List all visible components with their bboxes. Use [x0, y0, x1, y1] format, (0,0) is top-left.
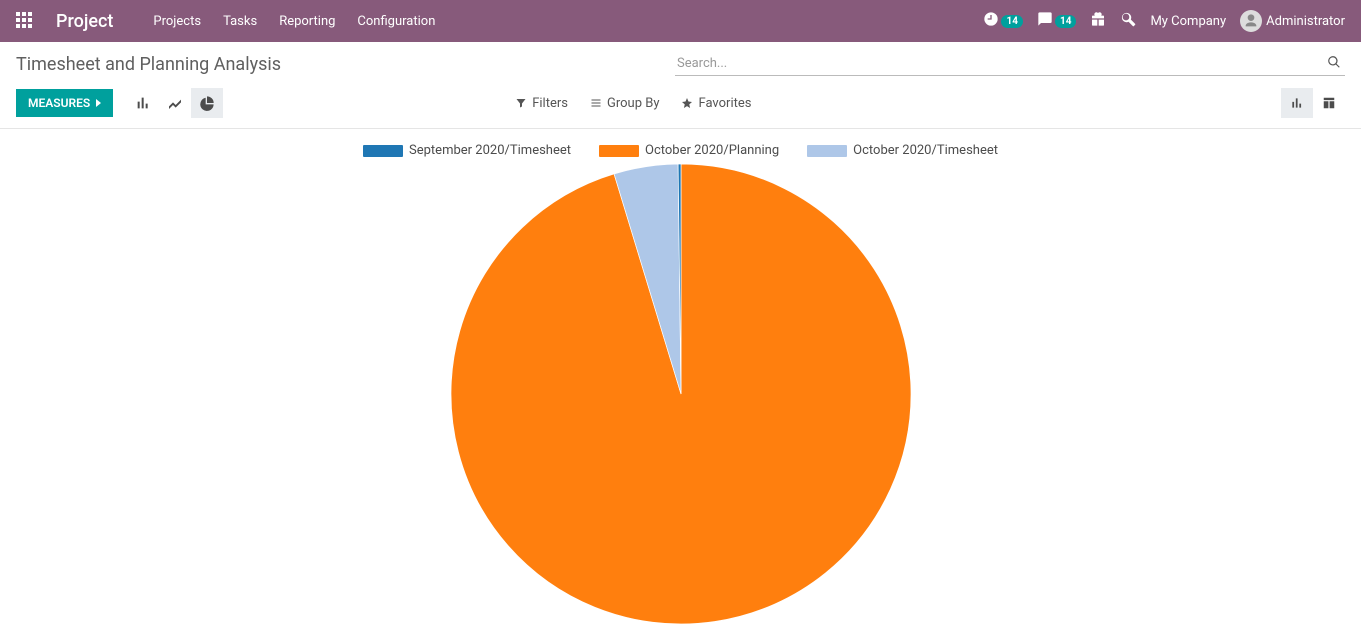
- favorites-button[interactable]: Favorites: [681, 96, 751, 111]
- company-name[interactable]: My Company: [1150, 14, 1226, 29]
- menu-configuration[interactable]: Configuration: [357, 14, 435, 29]
- search-area: [675, 52, 1345, 76]
- favorites-label: Favorites: [698, 96, 751, 111]
- legend-label-2: October 2020/Timesheet: [853, 143, 998, 158]
- filters-label: Filters: [532, 96, 568, 111]
- messages-count: 14: [1055, 15, 1076, 28]
- chat-icon: [1037, 11, 1053, 31]
- legend-item-0[interactable]: September 2020/Timesheet: [363, 143, 571, 158]
- page-title: Timesheet and Planning Analysis: [16, 54, 281, 75]
- groupby-label: Group By: [607, 96, 660, 111]
- bar-chart-button[interactable]: [127, 88, 159, 118]
- legend-item-1[interactable]: October 2020/Planning: [599, 143, 779, 158]
- menu-tasks[interactable]: Tasks: [223, 14, 257, 29]
- caret-right-icon: [96, 99, 101, 107]
- legend-swatch-0: [363, 145, 403, 157]
- menu-reporting[interactable]: Reporting: [279, 14, 335, 29]
- pie-chart: [451, 164, 911, 624]
- search-options: Filters Group By Favorites: [515, 96, 751, 111]
- apps-icon[interactable]: [16, 12, 34, 30]
- chart-legend: September 2020/Timesheet October 2020/Pl…: [363, 143, 998, 158]
- control-panel: Timesheet and Planning Analysis MEASURES…: [0, 42, 1361, 129]
- funnel-icon: [515, 97, 527, 109]
- legend-label-1: October 2020/Planning: [645, 143, 779, 158]
- pie-chart-button[interactable]: [191, 88, 223, 118]
- graph-view-button[interactable]: [1281, 88, 1313, 118]
- legend-swatch-2: [807, 145, 847, 157]
- view-switcher: [1281, 88, 1345, 118]
- messages-button[interactable]: 14: [1037, 11, 1076, 31]
- top-navbar: Project Projects Tasks Reporting Configu…: [0, 0, 1361, 42]
- legend-label-0: September 2020/Timesheet: [409, 143, 571, 158]
- search-icon[interactable]: [1327, 54, 1341, 73]
- systray: 14 14 My Company Administrator: [983, 10, 1345, 32]
- app-brand[interactable]: Project: [56, 11, 113, 32]
- main-menu: Projects Tasks Reporting Configuration: [153, 14, 435, 29]
- user-name: Administrator: [1266, 14, 1345, 29]
- groupby-button[interactable]: Group By: [590, 96, 660, 111]
- legend-item-2[interactable]: October 2020/Timesheet: [807, 143, 998, 158]
- measures-label: MEASURES: [28, 96, 90, 110]
- list-icon: [590, 97, 602, 109]
- chart-area: September 2020/Timesheet October 2020/Pl…: [0, 129, 1361, 624]
- clock-icon: [983, 11, 999, 31]
- measures-button[interactable]: MEASURES: [16, 89, 113, 117]
- line-chart-button[interactable]: [159, 88, 191, 118]
- star-icon: [681, 97, 693, 109]
- search-input[interactable]: [675, 52, 1345, 76]
- menu-projects[interactable]: Projects: [153, 14, 201, 29]
- activities-count: 14: [1001, 15, 1022, 28]
- filters-button[interactable]: Filters: [515, 96, 568, 111]
- legend-swatch-1: [599, 145, 639, 157]
- gift-icon[interactable]: [1090, 11, 1106, 31]
- user-menu[interactable]: Administrator: [1240, 10, 1345, 32]
- chart-type-switcher: [127, 88, 223, 118]
- activities-button[interactable]: 14: [983, 11, 1022, 31]
- avatar-icon: [1240, 10, 1262, 32]
- tools-icon[interactable]: [1120, 11, 1136, 31]
- pivot-view-button[interactable]: [1313, 88, 1345, 118]
